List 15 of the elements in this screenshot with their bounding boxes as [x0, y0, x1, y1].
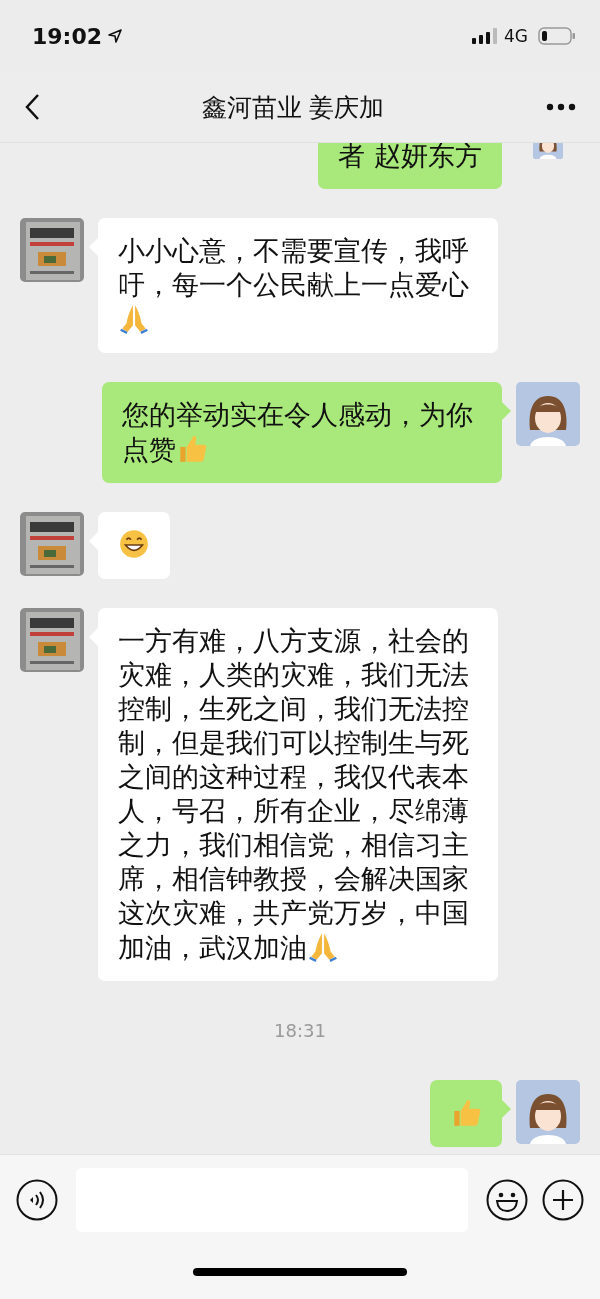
timestamp: 18:31	[274, 1020, 326, 1041]
signal-icon	[472, 28, 498, 44]
voice-button[interactable]	[16, 1179, 58, 1221]
add-button[interactable]	[542, 1179, 584, 1221]
network-label: 4G	[504, 26, 528, 46]
emoji-button[interactable]	[486, 1179, 528, 1221]
chat-title: 鑫河苗业 姜庆加	[201, 91, 385, 124]
location-arrow-icon	[108, 29, 123, 43]
battery-icon	[538, 27, 576, 45]
back-button[interactable]	[24, 93, 40, 121]
grinning-face-icon	[118, 528, 150, 560]
status-time: 19:02	[32, 23, 103, 49]
more-button[interactable]	[546, 103, 576, 111]
girl-avatar-icon	[516, 382, 580, 446]
girl-avatar-icon	[516, 1080, 580, 1144]
